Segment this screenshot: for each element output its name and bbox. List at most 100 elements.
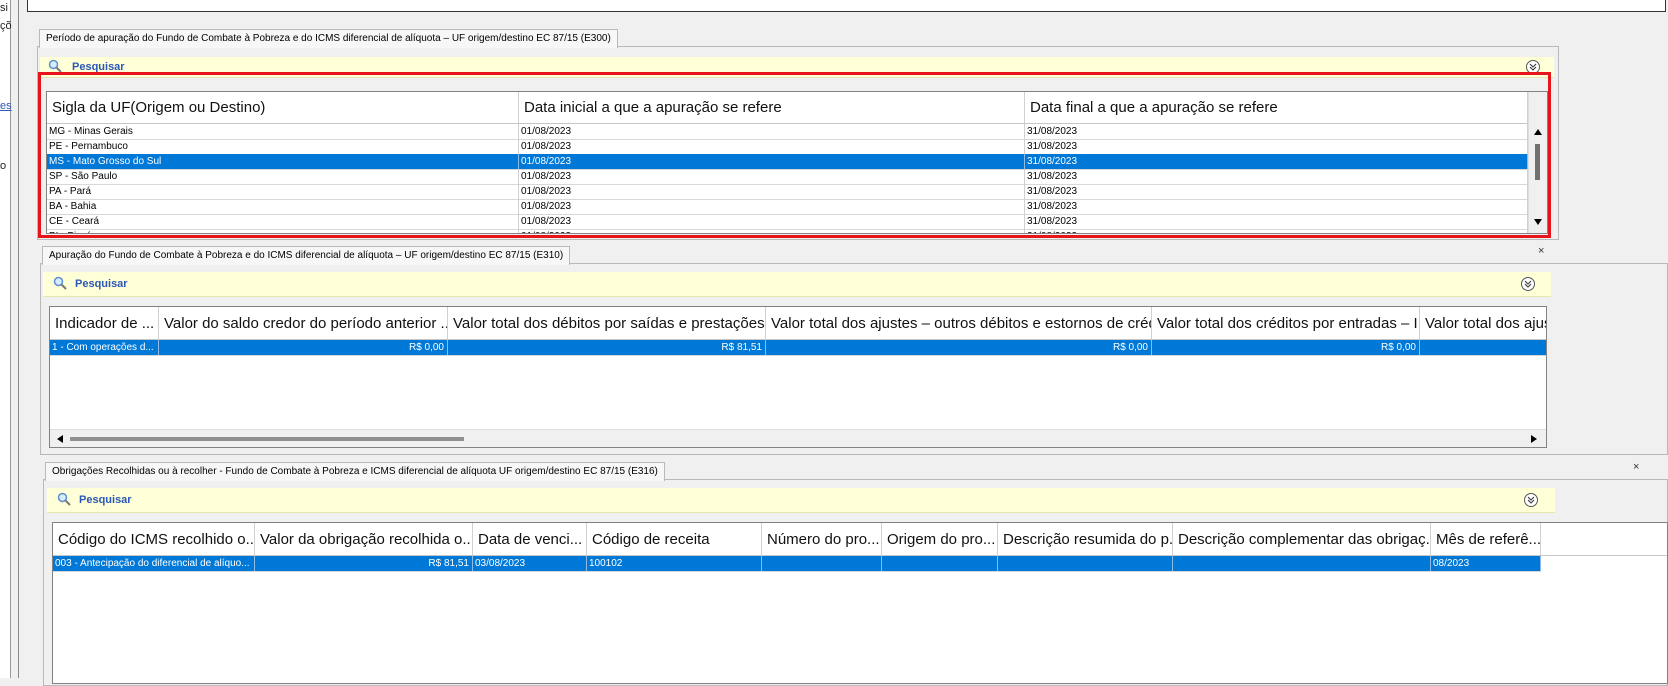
table-row[interactable]: BA - Bahia 01/08/2023 31/08/2023 xyxy=(47,199,1528,215)
column-header[interactable]: Data final a que a apuração se refere xyxy=(1025,92,1528,123)
column-header[interactable]: Descrição complementar das obrigaç... xyxy=(1173,523,1431,555)
column-header[interactable]: Código de receita xyxy=(587,523,762,555)
table-row[interactable]: 003 - Antecipação do diferencial de alíq… xyxy=(53,556,1541,572)
table-row[interactable]: PE - Pernambuco 01/08/2023 31/08/2023 xyxy=(47,139,1528,155)
table-row[interactable]: PI - Piauí01/08/202331/08/2023 xyxy=(47,229,1528,233)
table-cell: 01/08/2023 xyxy=(519,199,1025,214)
table-cell: R$ 0,00 xyxy=(1152,340,1420,355)
column-header[interactable]: Valor do saldo credor do período anterio… xyxy=(159,307,448,339)
left-strip-text: o xyxy=(0,160,7,172)
table-cell: R$ 0,00 xyxy=(766,340,1152,355)
table-cell: R$ 81,51 xyxy=(255,556,473,571)
search-label[interactable]: Pesquisar xyxy=(79,494,132,506)
column-header[interactable]: Valor total dos ajus xyxy=(1420,307,1546,339)
tab-e316[interactable]: Obrigações Recolhidas ou à recolher - Fu… xyxy=(45,462,665,481)
table-cell xyxy=(998,556,1173,571)
e310-search-bar[interactable]: Pesquisar xyxy=(43,272,1551,297)
column-header[interactable]: Data inicial a que a apuração se refere xyxy=(519,92,1025,123)
top-frame xyxy=(27,0,1666,12)
e300-grid: Sigla da UF(Origem ou Destino) Data inic… xyxy=(46,91,1548,234)
column-header[interactable]: Valor da obrigação recolhida o... xyxy=(255,523,473,555)
column-header[interactable]: Descrição resumida do p... xyxy=(998,523,1173,555)
scroll-thumb[interactable] xyxy=(1535,144,1540,180)
scroll-right-arrow-icon[interactable] xyxy=(1530,434,1538,444)
scroll-thumb[interactable] xyxy=(70,437,464,441)
left-strip-text: çõ xyxy=(0,20,12,32)
table-cell: MG - Minas Gerais xyxy=(47,124,519,139)
table-row[interactable]: 1 - Com operações d... R$ 0,00 R$ 81,51 … xyxy=(50,340,1546,356)
e300-grid-header: Sigla da UF(Origem ou Destino) Data inic… xyxy=(47,92,1528,124)
scroll-down-arrow-icon[interactable] xyxy=(1533,218,1543,226)
e300-search-bar[interactable]: Pesquisar xyxy=(40,57,1554,78)
table-cell: SP - São Paulo xyxy=(47,169,519,184)
table-row[interactable]: CE - Ceará 01/08/2023 31/08/2023 xyxy=(47,214,1528,230)
table-cell xyxy=(762,556,882,571)
table-cell xyxy=(1173,556,1431,571)
tab-e300[interactable]: Período de apuração do Fundo de Combate … xyxy=(39,29,618,48)
e316-grid-header: Código do ICMS recolhido o... Valor da o… xyxy=(53,523,1667,556)
column-header[interactable]: Valor total dos créditos por entradas – … xyxy=(1152,307,1420,339)
table-cell: PE - Pernambuco xyxy=(47,139,519,154)
table-cell: 03/08/2023 xyxy=(473,556,587,571)
splitter[interactable] xyxy=(18,0,19,678)
table-row[interactable]: MS - Mato Grosso do Sul 01/08/2023 31/08/2… xyxy=(47,154,1528,170)
table-cell: BA - Bahia xyxy=(47,199,519,214)
column-header[interactable]: Origem do pro... xyxy=(882,523,998,555)
column-header[interactable]: Sigla da UF(Origem ou Destino) xyxy=(47,92,519,123)
table-row[interactable]: MG - Minas Gerais 01/08/2023 31/08/2023 xyxy=(47,124,1528,140)
close-icon[interactable]: × xyxy=(1538,245,1544,257)
table-cell: 08/2023 xyxy=(1431,556,1541,571)
scroll-left-arrow-icon[interactable] xyxy=(56,434,64,444)
close-icon[interactable]: × xyxy=(1633,461,1639,473)
table-cell: 31/08/2023 xyxy=(1025,184,1528,199)
left-strip-link[interactable]: es xyxy=(0,100,12,112)
column-header[interactable]: Mês de referê... xyxy=(1431,523,1541,555)
magnifier-icon xyxy=(57,492,71,506)
double-chevron-down-icon[interactable] xyxy=(1521,277,1535,291)
tab-e310[interactable]: Apuração do Fundo de Combate à Pobreza e… xyxy=(42,246,571,265)
magnifier-icon xyxy=(53,276,67,290)
table-cell: 100102 xyxy=(587,556,762,571)
table-cell: 31/08/2023 xyxy=(1025,199,1528,214)
column-header[interactable]: Valor total dos débitos por saídas e pre… xyxy=(448,307,766,339)
table-cell: CE - Ceará xyxy=(47,214,519,229)
table-cell: R$ 0,00 xyxy=(159,340,448,355)
table-cell: 31/08/2023 xyxy=(1025,124,1528,139)
table-cell: PI - Piauí xyxy=(47,229,519,233)
search-label[interactable]: Pesquisar xyxy=(75,278,128,290)
column-header[interactable]: Valor total dos ajustes – outros débitos… xyxy=(766,307,1152,339)
table-cell: MS - Mato Grosso do Sul xyxy=(47,154,519,169)
table-cell: 31/08/2023 xyxy=(1025,169,1528,184)
double-chevron-down-icon[interactable] xyxy=(1526,60,1540,74)
column-header[interactable]: Número do pro... xyxy=(762,523,882,555)
e310-grid: Indicador de ... Valor do saldo credor d… xyxy=(49,306,1547,448)
magnifier-icon xyxy=(48,59,62,73)
table-cell xyxy=(882,556,998,571)
table-cell: R$ 81,51 xyxy=(448,340,766,355)
table-cell: 1 - Com operações d... xyxy=(50,340,159,355)
double-chevron-down-icon[interactable] xyxy=(1524,493,1538,507)
table-cell: 01/08/2023 xyxy=(519,154,1025,169)
vertical-scrollbar[interactable] xyxy=(1528,92,1547,233)
column-header[interactable]: Data de venci... xyxy=(473,523,587,555)
table-cell: 01/08/2023 xyxy=(519,229,1025,233)
e310-grid-header: Indicador de ... Valor do saldo credor d… xyxy=(50,307,1546,340)
table-cell: 01/08/2023 xyxy=(519,214,1025,229)
search-label[interactable]: Pesquisar xyxy=(72,61,125,73)
e316-grid: Código do ICMS recolhido o... Valor da o… xyxy=(52,522,1668,684)
horizontal-scrollbar[interactable] xyxy=(50,429,1546,447)
e316-search-bar[interactable]: Pesquisar xyxy=(47,488,1555,513)
scroll-up-arrow-icon[interactable] xyxy=(1533,128,1543,136)
table-cell: PA - Pará xyxy=(47,184,519,199)
table-row[interactable]: PA - Pará 01/08/2023 31/08/2023 xyxy=(47,184,1528,200)
left-side-strip: si çõ es o xyxy=(0,0,12,678)
column-header[interactable]: Indicador de ... xyxy=(50,307,159,339)
table-cell xyxy=(1420,340,1546,355)
table-row[interactable]: SP - São Paulo 01/08/2023 31/08/2023 xyxy=(47,169,1528,185)
table-cell: 31/08/2023 xyxy=(1025,139,1528,154)
column-header[interactable]: Código do ICMS recolhido o... xyxy=(53,523,255,555)
left-strip-text: si xyxy=(0,2,8,14)
table-cell: 01/08/2023 xyxy=(519,124,1025,139)
table-cell: 31/08/2023 xyxy=(1025,214,1528,229)
table-cell: 31/08/2023 xyxy=(1025,154,1528,169)
